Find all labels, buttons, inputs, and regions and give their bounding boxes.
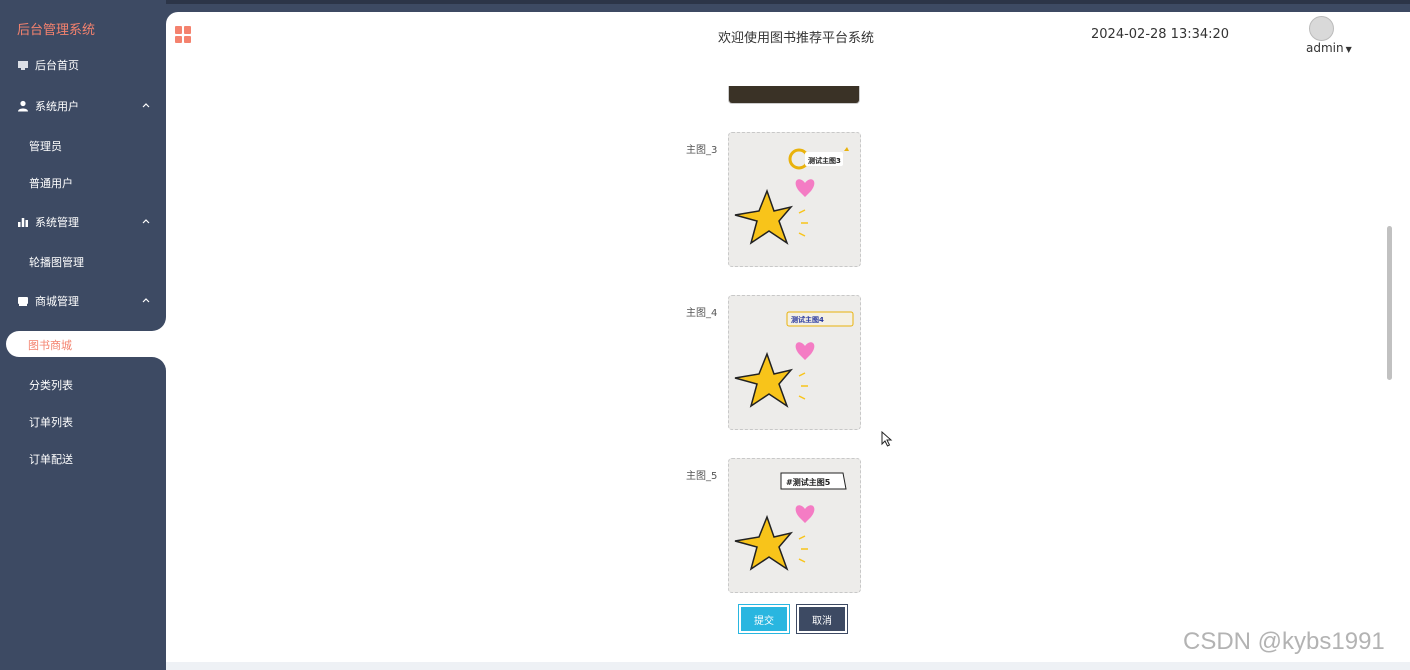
image-caption: 测试主图4	[791, 315, 824, 324]
submit-button[interactable]: 提交	[738, 604, 790, 634]
window-top-strip	[0, 0, 1410, 4]
user-menu[interactable]: admin ▼	[1306, 41, 1352, 55]
shop-icon	[17, 295, 29, 307]
sidebar-item-label: 后台首页	[35, 59, 79, 72]
page-title: 欢迎使用图书推荐平台系统	[718, 31, 875, 46]
bottom-strip	[166, 662, 1410, 670]
sidebar-item-label: 订单配送	[29, 453, 73, 466]
sidebar-item-delivery[interactable]: 订单配送	[0, 445, 166, 473]
watermark: CSDN @kybs1991	[1183, 628, 1385, 655]
sidebar-item-book-mall[interactable]: 图书商城	[6, 331, 166, 357]
mouse-cursor-icon	[881, 431, 893, 447]
image-upload-main-3[interactable]: 测试主图3	[728, 132, 861, 267]
main-panel: 欢迎使用图书推荐平台系统 2024-02-28 13:34:20 admin ▼ …	[166, 12, 1410, 664]
bar-chart-icon	[17, 216, 29, 228]
chevron-up-icon	[142, 219, 150, 224]
monitor-icon	[17, 59, 29, 71]
sidebar-item-label: 图书商城	[28, 339, 72, 352]
sidebar-item-label: 普通用户	[29, 177, 73, 190]
chevron-up-icon	[142, 298, 150, 303]
scrollbar-thumb[interactable]	[1387, 226, 1392, 380]
image-upload-main-4[interactable]: 测试主图4	[728, 295, 861, 430]
image-caption: 测试主图3	[808, 156, 841, 165]
sidebar-item-label: 系统管理	[35, 216, 79, 229]
previous-image-preview	[728, 86, 860, 104]
sidebar-item-normal-users[interactable]: 普通用户	[0, 169, 166, 197]
sidebar-item-label: 分类列表	[29, 379, 73, 392]
sidebar-item-categories[interactable]: 分类列表	[0, 371, 166, 399]
sidebar-item-system-management[interactable]: 系统管理	[0, 207, 166, 237]
avatar[interactable]	[1309, 16, 1334, 41]
cancel-button[interactable]: 取消	[796, 604, 848, 634]
sidebar-item-system-users[interactable]: 系统用户	[0, 91, 166, 121]
sidebar-item-label: 订单列表	[29, 416, 73, 429]
sidebar-item-shop-management[interactable]: 商城管理	[0, 286, 166, 316]
sidebar-item-label: 商城管理	[35, 295, 79, 308]
user-icon	[17, 100, 29, 112]
field-label-main-3: 主图_3	[686, 145, 718, 156]
sidebar-item-carousel[interactable]: 轮播图管理	[0, 248, 166, 276]
image-preview: #测试主图5	[734, 472, 847, 571]
chevron-down-icon: ▼	[1345, 45, 1352, 54]
sidebar-item-label: 轮播图管理	[29, 256, 84, 269]
brand-title: 后台管理系统	[17, 23, 96, 38]
image-upload-main-5[interactable]: #测试主图5	[728, 458, 861, 593]
sidebar-item-admins[interactable]: 管理员	[0, 132, 166, 160]
image-caption: #测试主图5	[786, 477, 831, 487]
image-preview: 测试主图4	[734, 311, 854, 408]
menu-grid-icon[interactable]	[175, 26, 192, 43]
sidebar-item-home[interactable]: 后台首页	[0, 50, 166, 80]
field-label-main-5: 主图_5	[686, 471, 718, 482]
chevron-up-icon	[142, 103, 150, 108]
sidebar-item-label: 系统用户	[35, 100, 79, 113]
header-datetime: 2024-02-28 13:34:20	[1091, 27, 1230, 42]
sidebar-item-orders[interactable]: 订单列表	[0, 408, 166, 436]
user-name: admin	[1306, 41, 1344, 55]
sidebar-item-label: 管理员	[29, 140, 62, 153]
image-preview: 测试主图3	[734, 147, 849, 245]
sidebar: 后台管理系统 后台首页 系统用户 管理员 普通用户 系统管理 轮播图管理 商城管…	[0, 0, 166, 670]
field-label-main-4: 主图_4	[686, 308, 718, 319]
